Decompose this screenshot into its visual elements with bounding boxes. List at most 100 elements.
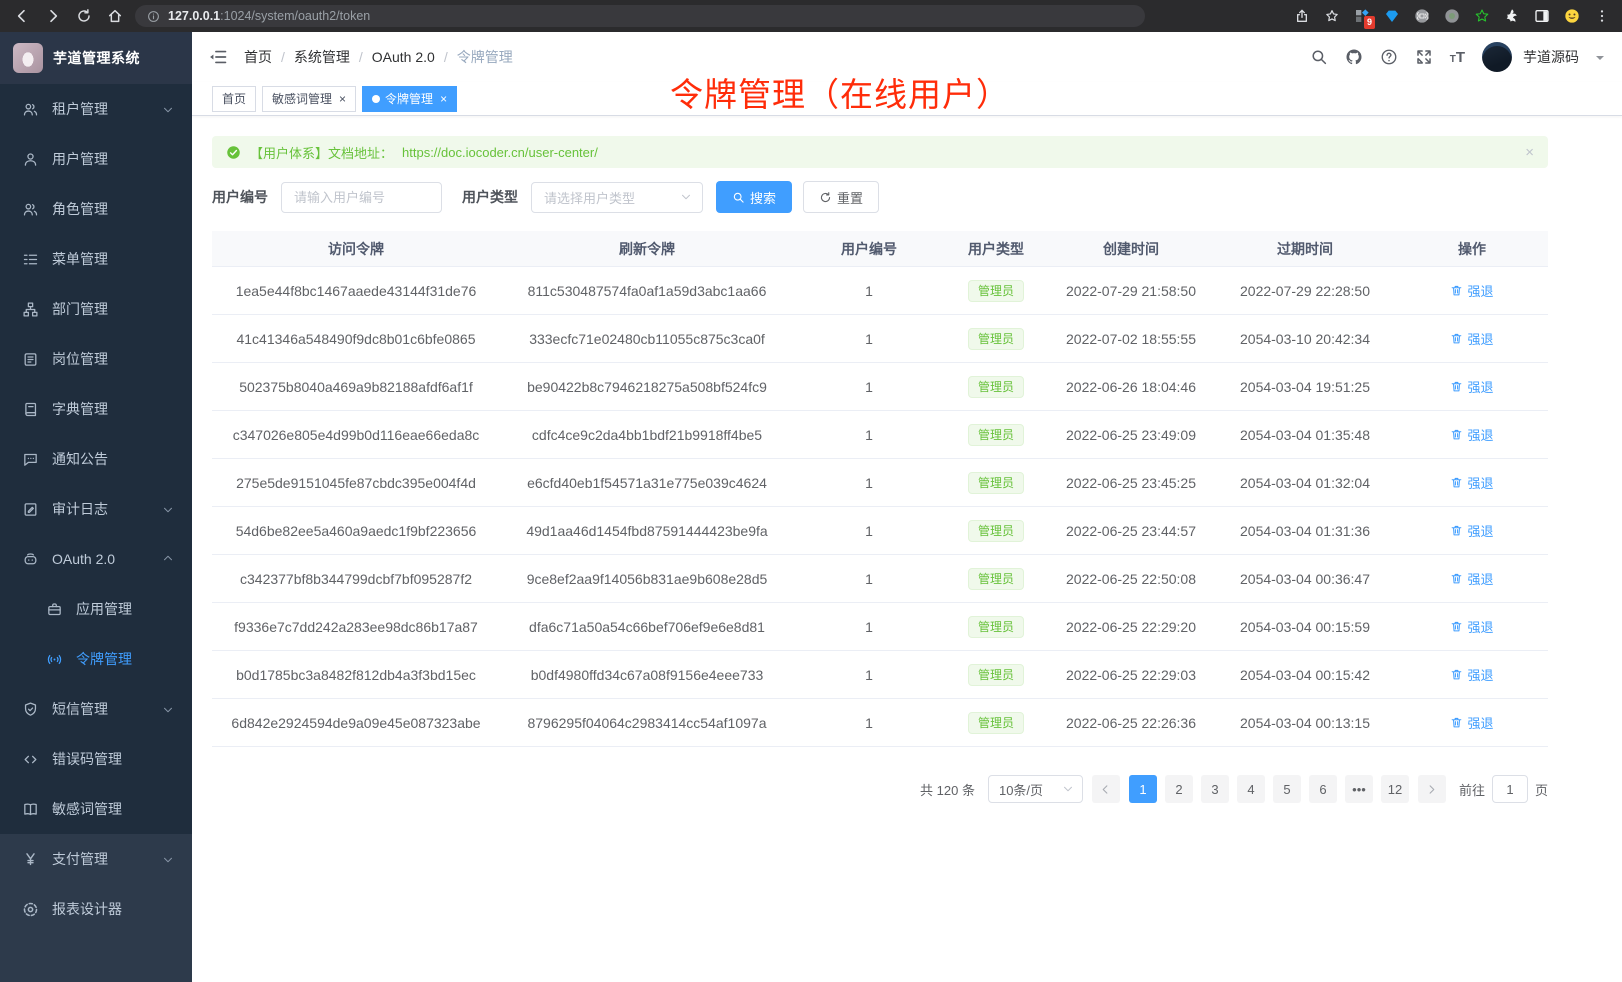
page-size-select[interactable]: 10条/页 (988, 775, 1083, 803)
force-logout-button[interactable]: 强退 (1450, 713, 1493, 732)
tab-close-icon[interactable]: × (339, 93, 346, 105)
help-icon[interactable] (1380, 48, 1398, 66)
tab-token[interactable]: 令牌管理 × (362, 86, 457, 112)
tab-home[interactable]: 首页 (212, 86, 256, 112)
force-logout-button[interactable]: 强退 (1450, 329, 1493, 348)
page-button-4[interactable]: 4 (1237, 775, 1265, 803)
side-panel-icon[interactable] (1534, 8, 1550, 24)
breadcrumb: 首页/系统管理/OAuth 2.0/令牌管理 (244, 47, 513, 67)
force-logout-button[interactable]: 强退 (1450, 377, 1493, 396)
cell-expires-at: 2022-07-29 22:28:50 (1214, 283, 1396, 299)
table-header: 访问令牌刷新令牌用户编号用户类型创建时间过期时间操作 (212, 231, 1548, 267)
cell-actions: 强退 (1396, 281, 1548, 300)
diamond-extension-icon[interactable] (1384, 8, 1400, 24)
tab-sensitive-word[interactable]: 敏感词管理 × (262, 86, 356, 112)
force-logout-button[interactable]: 强退 (1450, 665, 1493, 684)
chevron-up-icon (162, 553, 174, 565)
breadcrumb-item[interactable]: OAuth 2.0 (372, 49, 435, 65)
extension-grid-icon[interactable]: 9 (1354, 8, 1370, 24)
sidebar-item-sms[interactable]: 短信管理 (0, 684, 192, 734)
sidebar-item-dict[interactable]: 字典管理 (0, 384, 192, 434)
username[interactable]: 芋道源码 (1523, 47, 1579, 67)
prev-page-button[interactable] (1092, 775, 1120, 803)
table-row: b0d1785bc3a8482f812db4a3f3bd15ec b0df498… (212, 651, 1548, 699)
pagination: 共 120 条 10条/页 123456•••12 前往 页 (212, 775, 1548, 803)
sidebar-item-user[interactable]: 用户管理 (0, 134, 192, 184)
recorder-extension-icon[interactable] (1444, 8, 1460, 24)
sidebar-item-notice[interactable]: 通知公告 (0, 434, 192, 484)
reset-button[interactable]: 重置 (803, 181, 879, 213)
force-logout-button[interactable]: 强退 (1450, 521, 1493, 540)
force-logout-button[interactable]: 强退 (1450, 281, 1493, 300)
sidebar-item-post[interactable]: 岗位管理 (0, 334, 192, 384)
bookmark-star-icon[interactable] (1324, 8, 1340, 24)
sidebar-item-oauth2-app[interactable]: 应用管理 (0, 584, 192, 634)
user-id-input[interactable] (281, 182, 442, 213)
force-logout-button[interactable]: 强退 (1450, 473, 1493, 492)
sidebar-item-label: 租户管理 (52, 99, 108, 119)
next-page-button[interactable] (1418, 775, 1446, 803)
user-type-select[interactable]: 请选择用户类型 (531, 182, 703, 213)
search-icon[interactable] (1310, 48, 1328, 66)
sidebar-toggle-icon[interactable] (208, 47, 228, 67)
emoji-profile-icon[interactable] (1564, 8, 1580, 24)
sidebar-item-tenant[interactable]: 租户管理 (0, 84, 192, 134)
breadcrumb-item[interactable]: 首页 (244, 47, 272, 67)
page-button-2[interactable]: 2 (1165, 775, 1193, 803)
cell-expires-at: 2054-03-04 00:15:59 (1214, 619, 1396, 635)
font-size-icon[interactable]: TT (1450, 50, 1465, 65)
sidebar-item-dept[interactable]: 部门管理 (0, 284, 192, 334)
sidebar-item-sensitive-word[interactable]: 敏感词管理 (0, 784, 192, 834)
home-icon[interactable] (107, 8, 123, 24)
sidebar-item-report-designer[interactable]: 报表设计器 (0, 884, 192, 934)
app-logo[interactable]: 芋道管理系统 (0, 32, 192, 84)
page-ellipsis[interactable]: ••• (1345, 775, 1373, 803)
sidebar-item-oauth2-token[interactable]: 令牌管理 (0, 634, 192, 684)
pinwheel-extension-icon[interactable] (1504, 8, 1520, 24)
sidebar-item-role[interactable]: 角色管理 (0, 184, 192, 234)
cell-actions: 强退 (1396, 521, 1548, 540)
address-bar[interactable]: 127.0.0.1:1024/system/oauth2/token (135, 5, 1145, 27)
fullscreen-icon[interactable] (1415, 48, 1433, 66)
command-extension-icon[interactable] (1414, 8, 1430, 24)
user-type-tag: 管理员 (968, 376, 1024, 398)
page-button-5[interactable]: 5 (1273, 775, 1301, 803)
share-icon[interactable] (1294, 8, 1310, 24)
sidebar-item-label: 字典管理 (52, 399, 108, 419)
force-logout-button[interactable]: 强退 (1450, 617, 1493, 636)
force-logout-button[interactable]: 强退 (1450, 569, 1493, 588)
breadcrumb-item[interactable]: 系统管理 (294, 47, 350, 67)
user-dropdown-caret-icon[interactable] (1596, 56, 1604, 64)
force-logout-button[interactable]: 强退 (1450, 425, 1493, 444)
message-icon (22, 451, 39, 468)
page-button-6[interactable]: 6 (1309, 775, 1337, 803)
github-icon[interactable] (1345, 48, 1363, 66)
browser-menu-icon[interactable] (1594, 8, 1610, 24)
tab-close-icon[interactable]: × (440, 93, 447, 105)
page-button-12[interactable]: 12 (1381, 775, 1409, 803)
forward-icon[interactable] (45, 8, 61, 24)
goto-page-input[interactable] (1492, 775, 1528, 803)
search-button[interactable]: 搜索 (716, 181, 792, 213)
main-area: 令牌管理（在线用户） 首页/系统管理/OAuth 2.0/令牌管理 TT 芋道源… (192, 32, 1622, 982)
column-header: 操作 (1396, 239, 1548, 259)
cell-actions: 强退 (1396, 425, 1548, 444)
alert-close-icon[interactable]: × (1525, 145, 1534, 160)
user-avatar[interactable] (1482, 42, 1512, 72)
sidebar-item-audit-log[interactable]: 审计日志 (0, 484, 192, 534)
column-header: 刷新令牌 (500, 239, 794, 259)
green-star-extension-icon[interactable] (1474, 8, 1490, 24)
page-button-3[interactable]: 3 (1201, 775, 1229, 803)
token-table: 访问令牌刷新令牌用户编号用户类型创建时间过期时间操作 1ea5e44f8bc14… (212, 231, 1548, 747)
back-icon[interactable] (14, 8, 30, 24)
page-button-1[interactable]: 1 (1129, 775, 1157, 803)
sidebar-item-menu[interactable]: 菜单管理 (0, 234, 192, 284)
site-info-icon[interactable] (147, 10, 160, 23)
doc-link[interactable]: https://doc.iocoder.cn/user-center/ (402, 145, 598, 160)
reload-icon[interactable] (76, 8, 92, 24)
report-icon (22, 901, 39, 918)
sidebar-item-oauth2[interactable]: OAuth 2.0 (0, 534, 192, 584)
sidebar-item-error-code[interactable]: 错误码管理 (0, 734, 192, 784)
extension-badge: 9 (1364, 16, 1375, 29)
sidebar-item-pay[interactable]: 支付管理 (0, 834, 192, 884)
